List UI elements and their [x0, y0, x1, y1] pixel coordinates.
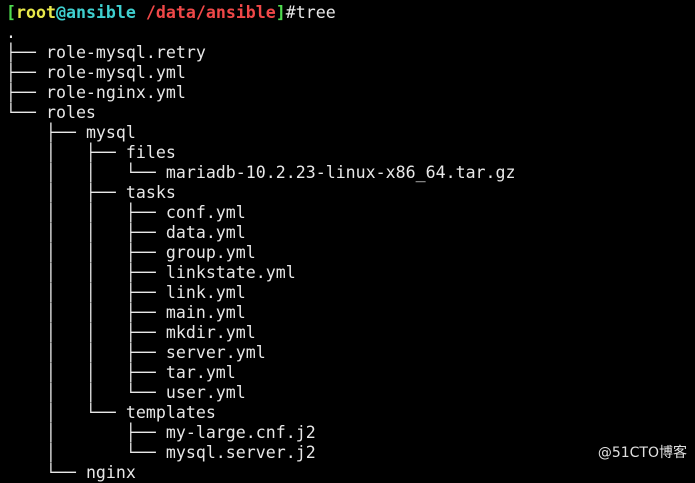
- tree-branch: ├──: [6, 63, 46, 82]
- tree-line: │ │ ├── conf.yml: [6, 203, 516, 223]
- tree-line: │ │ ├── tar.yml: [6, 363, 516, 383]
- tree-entry-name: server.yml: [165, 343, 266, 362]
- tree-branch: │ ├──: [6, 143, 126, 162]
- tree-line: ├── role-mysql.yml: [6, 63, 516, 83]
- tree-line: │ │ └── user.yml: [6, 383, 516, 403]
- tree-entry-name: mysql.server.j2: [165, 443, 316, 462]
- tree-branch: │ │ ├──: [6, 263, 166, 282]
- tree-entry-name: .: [6, 23, 16, 42]
- prompt-host: ansible: [65, 3, 136, 22]
- tree-entry-name: data.yml: [165, 223, 246, 242]
- prompt-user: root: [16, 3, 56, 22]
- tree-line: │ │ ├── main.yml: [6, 303, 516, 323]
- shell-prompt-line: [root@ansible /data/ansible]#tree: [6, 3, 516, 23]
- tree-entry-name: files: [125, 143, 176, 162]
- tree-entry-name: role-mysql.yml: [45, 63, 186, 82]
- tree-line: ├── mysql: [6, 123, 516, 143]
- tree-branch: │ └──: [6, 403, 126, 422]
- tree-line: │ │ ├── group.yml: [6, 243, 516, 263]
- terminal-output: [root@ansible /data/ansible]#tree . ├── r…: [6, 3, 516, 483]
- tree-branch: │ │ ├──: [6, 323, 166, 342]
- tree-line: │ ├── my-large.cnf.j2: [6, 423, 516, 443]
- tree-branch: │ ├──: [6, 183, 126, 202]
- tree-branch: │ │ ├──: [6, 243, 166, 262]
- tree-line: │ ├── files: [6, 143, 516, 163]
- tree-entry-name: nginx: [85, 463, 136, 482]
- tree-entry-name: linkstate.yml: [165, 263, 296, 282]
- tree-line: ├── role-nginx.yml: [6, 83, 516, 103]
- tree-line: │ ├── tasks: [6, 183, 516, 203]
- tree-line: ├── role-mysql.retry: [6, 43, 516, 63]
- tree-line: │ │ └── mariadb-10.2.23-linux-x86_64.tar…: [6, 163, 516, 183]
- tree-line: .: [6, 23, 516, 43]
- watermark: @51CTO博客: [597, 445, 687, 461]
- tree-entry-name: role-mysql.retry: [45, 43, 206, 62]
- tree-branch: │ │ ├──: [6, 223, 166, 242]
- tree-entry-name: main.yml: [165, 303, 246, 322]
- tree-branch: │ │ ├──: [6, 303, 166, 322]
- tree-branch: │ │ ├──: [6, 363, 166, 382]
- tree-line: └── roles: [6, 103, 516, 123]
- tree-branch: └──: [6, 103, 46, 122]
- tree-branch: │ ├──: [6, 423, 166, 442]
- tree-line: │ │ ├── mkdir.yml: [6, 323, 516, 343]
- tree-line: └── nginx: [6, 463, 516, 483]
- tree-line: │ └── templates: [6, 403, 516, 423]
- tree-branch: │ │ ├──: [6, 203, 166, 222]
- prompt-at: @: [55, 3, 66, 22]
- tree-branch: ├──: [6, 83, 46, 102]
- tree-branch: │ │ └──: [6, 383, 166, 402]
- tree-entry-name: link.yml: [165, 283, 246, 302]
- tree-entry-name: tasks: [125, 183, 176, 202]
- tree-entry-name: conf.yml: [165, 203, 246, 222]
- tree-line: │ │ ├── data.yml: [6, 223, 516, 243]
- prompt-command: #tree: [285, 3, 336, 22]
- prompt-path: /data/ansible: [145, 3, 276, 22]
- tree-branch: ├──: [6, 123, 86, 142]
- tree-line: │ └── mysql.server.j2: [6, 443, 516, 463]
- tree-branch: │ │ ├──: [6, 343, 166, 362]
- tree-entry-name: roles: [45, 103, 96, 122]
- tree-line: │ │ ├── linkstate.yml: [6, 263, 516, 283]
- tree-entry-name: mkdir.yml: [165, 323, 256, 342]
- tree-entry-name: tar.yml: [165, 363, 236, 382]
- tree-entry-name: templates: [125, 403, 216, 422]
- tree-entry-name: my-large.cnf.j2: [165, 423, 316, 442]
- tree-branch: │ └──: [6, 443, 166, 462]
- tree-branch: │ │ ├──: [6, 283, 166, 302]
- tree-line: │ │ ├── server.yml: [6, 343, 516, 363]
- tree-branch: └──: [6, 463, 86, 482]
- prompt-open-bracket: [: [6, 3, 16, 22]
- tree-entry-name: user.yml: [165, 383, 246, 402]
- tree-line: │ │ ├── link.yml: [6, 283, 516, 303]
- tree-branch: │ │ └──: [6, 163, 166, 182]
- tree-output: . ├── role-mysql.retry ├── role-mysql.yml ├…: [6, 23, 516, 483]
- tree-branch: ├──: [6, 43, 46, 62]
- prompt-close-bracket: ]: [275, 3, 286, 22]
- tree-entry-name: mysql: [85, 123, 136, 142]
- tree-entry-name: group.yml: [165, 243, 256, 262]
- tree-entry-name: role-nginx.yml: [45, 83, 186, 102]
- tree-entry-name: mariadb-10.2.23-linux-x86_64.tar.gz: [165, 163, 516, 182]
